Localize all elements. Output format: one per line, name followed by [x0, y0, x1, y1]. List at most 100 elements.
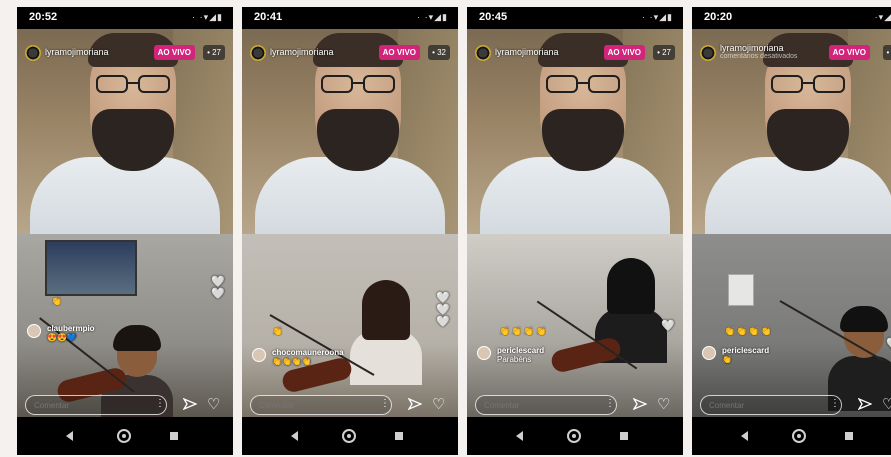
viewer-count[interactable]: • 4	[882, 45, 891, 60]
phone-screen-4: 20:20 ·▾◢▮ lyramojimoriana comentários d…	[692, 7, 891, 455]
commenter-avatar[interactable]	[252, 348, 266, 362]
floating-emoji: 👏	[51, 296, 64, 306]
floating-emoji: 👏👏👏👏	[499, 326, 548, 336]
host-person	[705, 33, 891, 234]
comment-bar: ⋮ ♡	[692, 393, 891, 419]
host-person	[255, 33, 445, 234]
android-nav-bar	[692, 419, 891, 455]
android-nav-bar	[467, 419, 683, 455]
status-time: 20:52	[29, 11, 58, 23]
status-icons: · ·▾◢▮	[417, 12, 448, 22]
comment-list: periclescard Parabéns	[477, 346, 627, 364]
viewer-count[interactable]: • 27	[203, 45, 225, 60]
android-nav-bar	[17, 419, 233, 455]
host-glasses	[321, 75, 397, 95]
commenter-avatar[interactable]	[702, 346, 716, 360]
live-header: lyramojimoriana comentários desativados …	[692, 43, 891, 63]
more-icon[interactable]: ⋮	[830, 398, 840, 409]
comment-list: claubermpio 😍😍💙	[27, 324, 177, 342]
viewer-count[interactable]: • 32	[428, 45, 450, 60]
comment-input[interactable]	[250, 395, 392, 415]
comment-input[interactable]	[700, 395, 842, 415]
floating-emoji: 👏👏👏👏	[724, 326, 773, 336]
live-header: lyramojimoriana AO VIVO • 32	[242, 43, 458, 63]
comment: chocomauneroona 👏👏👏👏	[252, 348, 402, 366]
host-username[interactable]: lyramojimoriana	[270, 47, 334, 57]
send-icon[interactable]	[858, 397, 872, 411]
comment: periclescard Parabéns	[477, 346, 627, 364]
host-glasses	[771, 75, 847, 95]
host-person	[480, 33, 670, 234]
home-icon[interactable]	[117, 429, 131, 443]
host-username[interactable]: lyramojimoriana	[495, 47, 559, 57]
home-icon[interactable]	[567, 429, 581, 443]
status-bar: 20:52 · ·▾◢▮	[17, 7, 233, 29]
heart-icon[interactable]: ♡	[882, 395, 891, 413]
host-avatar[interactable]	[475, 45, 491, 61]
floating-hearts: 🤍 🤍 🤍	[436, 292, 450, 328]
back-icon[interactable]	[741, 431, 748, 441]
host-glasses	[96, 75, 172, 95]
floating-emoji: 👏	[272, 326, 285, 336]
guest-video: 👏👏👏👏 🤍 periclescard 👏	[692, 234, 891, 417]
heart-icon[interactable]: ♡	[657, 395, 670, 413]
status-time: 20:41	[254, 11, 283, 23]
comment-text: 👏	[722, 355, 732, 364]
live-badge: AO VIVO	[378, 45, 420, 60]
recent-apps-icon[interactable]	[845, 432, 853, 440]
host-person	[30, 33, 220, 234]
comment-input[interactable]	[25, 395, 167, 415]
comment-username[interactable]: claubermpio	[47, 324, 95, 333]
status-time: 20:45	[479, 11, 508, 23]
commenter-avatar[interactable]	[27, 324, 41, 338]
comment-list: periclescard 👏	[702, 346, 852, 364]
home-icon[interactable]	[342, 429, 356, 443]
home-icon[interactable]	[792, 429, 806, 443]
wall-switch	[728, 274, 754, 306]
guest-video: 👏👏👏👏 🤍 periclescard Parabéns	[467, 234, 683, 417]
status-time: 20:20	[704, 11, 733, 23]
back-icon[interactable]	[66, 431, 73, 441]
commenter-avatar[interactable]	[477, 346, 491, 360]
send-icon[interactable]	[183, 397, 197, 411]
status-icons: · ·▾◢▮	[192, 12, 223, 22]
comment-list: chocomauneroona 👏👏👏👏	[252, 348, 402, 366]
host-username[interactable]: lyramojimoriana	[45, 47, 109, 57]
send-icon[interactable]	[408, 397, 422, 411]
comment-text: Parabéns	[497, 355, 532, 364]
comment-text: 👏👏👏👏	[272, 357, 312, 366]
host-username[interactable]: lyramojimoriana	[720, 43, 784, 53]
back-icon[interactable]	[291, 431, 298, 441]
host-subtitle: comentários desativados	[720, 53, 798, 60]
recent-apps-icon[interactable]	[395, 432, 403, 440]
floating-hearts: 🤍 🤍	[211, 276, 225, 300]
back-icon[interactable]	[516, 431, 523, 441]
more-icon[interactable]: ⋮	[605, 398, 615, 409]
host-avatar[interactable]	[250, 45, 266, 61]
comment: claubermpio 😍😍💙	[27, 324, 177, 342]
comment: periclescard 👏	[702, 346, 852, 364]
send-icon[interactable]	[633, 397, 647, 411]
more-icon[interactable]: ⋮	[155, 398, 165, 409]
guest-video: 👏 🤍 🤍 claubermpio 😍😍💙	[17, 234, 233, 417]
host-avatar[interactable]	[25, 45, 41, 61]
phone-screen-1: 20:52 · ·▾◢▮ lyramojimoriana AO VIVO • 2…	[17, 7, 233, 455]
comment-username[interactable]: periclescard	[722, 346, 769, 355]
heart-icon[interactable]: ♡	[432, 395, 445, 413]
more-icon[interactable]: ⋮	[380, 398, 390, 409]
android-nav-bar	[242, 419, 458, 455]
live-header: lyramojimoriana AO VIVO • 27	[467, 43, 683, 63]
wall-painting	[45, 240, 137, 296]
comment-bar: ⋮ ♡	[17, 393, 233, 419]
host-avatar[interactable]	[700, 45, 716, 61]
recent-apps-icon[interactable]	[170, 432, 178, 440]
comment-username[interactable]: periclescard	[497, 346, 544, 355]
viewer-count[interactable]: • 27	[653, 45, 675, 60]
comment-username[interactable]: chocomauneroona	[272, 348, 344, 357]
comment-input[interactable]	[475, 395, 617, 415]
recent-apps-icon[interactable]	[620, 432, 628, 440]
host-glasses	[546, 75, 622, 95]
status-icons: · ·▾◢▮	[642, 12, 673, 22]
heart-icon[interactable]: ♡	[207, 395, 220, 413]
comment-bar: ⋮ ♡	[467, 393, 683, 419]
